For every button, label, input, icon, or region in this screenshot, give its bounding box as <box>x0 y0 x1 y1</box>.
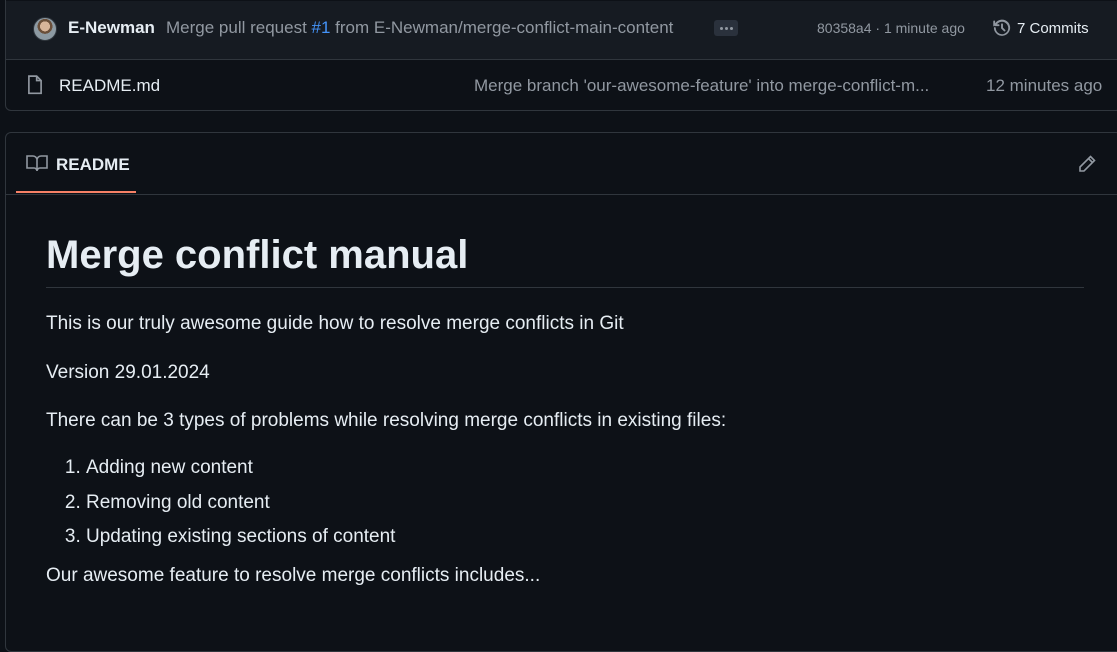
commit-message[interactable]: Merge pull request #1 from E-Newman/merg… <box>166 18 673 38</box>
readme-tab-label: README <box>56 155 130 174</box>
file-icon <box>28 75 42 95</box>
history-icon <box>993 19 1011 36</box>
readme-title: Merge conflict manual <box>46 233 1084 288</box>
problem-types-list: Adding new content Removing old content … <box>46 456 1084 550</box>
commit-message-suffix[interactable]: from E-Newman/merge-conflict-main-conten… <box>330 18 673 37</box>
book-icon <box>26 155 48 172</box>
file-commit-message-link[interactable]: Merge branch 'our-awesome-feature' into … <box>474 76 954 96</box>
latest-commit-row: E-Newman Merge pull request #1 from E-Ne… <box>6 1 1117 60</box>
commit-author-link[interactable]: E-Newman <box>68 18 155 38</box>
avatar[interactable] <box>33 17 57 41</box>
file-name-link[interactable]: README.md <box>59 76 160 96</box>
pencil-icon[interactable] <box>1077 154 1097 174</box>
readme-paragraph: Our awesome feature to resolve merge con… <box>46 565 541 587</box>
readme-content: Merge conflict manual This is our truly … <box>46 233 1084 589</box>
commits-history-link[interactable]: 7 Commits <box>992 18 1089 38</box>
table-row[interactable]: README.md Merge branch 'our-awesome-feat… <box>6 60 1117 110</box>
readme-header: README <box>6 133 1117 195</box>
readme-paragraph: This is our truly awesome guide how to r… <box>46 313 624 334</box>
file-commit-age: 12 minutes ago <box>986 76 1103 95</box>
commits-count-label: 7 Commits <box>1017 19 1089 37</box>
tab-readme[interactable]: README <box>16 133 136 193</box>
commit-hash-time[interactable]: 80358a4 · 1 minute ago <box>817 20 965 36</box>
expand-commit-message-button[interactable] <box>714 20 738 36</box>
readme-panel: README Merge conflict manual This is our… <box>5 132 1117 652</box>
file-list-box: E-Newman Merge pull request #1 from E-Ne… <box>5 0 1117 111</box>
list-item: Adding new content <box>86 456 1084 481</box>
commit-message-prefix[interactable]: Merge pull request <box>166 18 312 37</box>
readme-version: Version 29.01.2024 <box>46 361 210 383</box>
list-item: Updating existing sections of content <box>86 525 1084 550</box>
readme-paragraph: There can be 3 types of problems while r… <box>46 410 727 432</box>
pull-request-link[interactable]: #1 <box>312 18 331 37</box>
list-item: Removing old content <box>86 491 1084 516</box>
